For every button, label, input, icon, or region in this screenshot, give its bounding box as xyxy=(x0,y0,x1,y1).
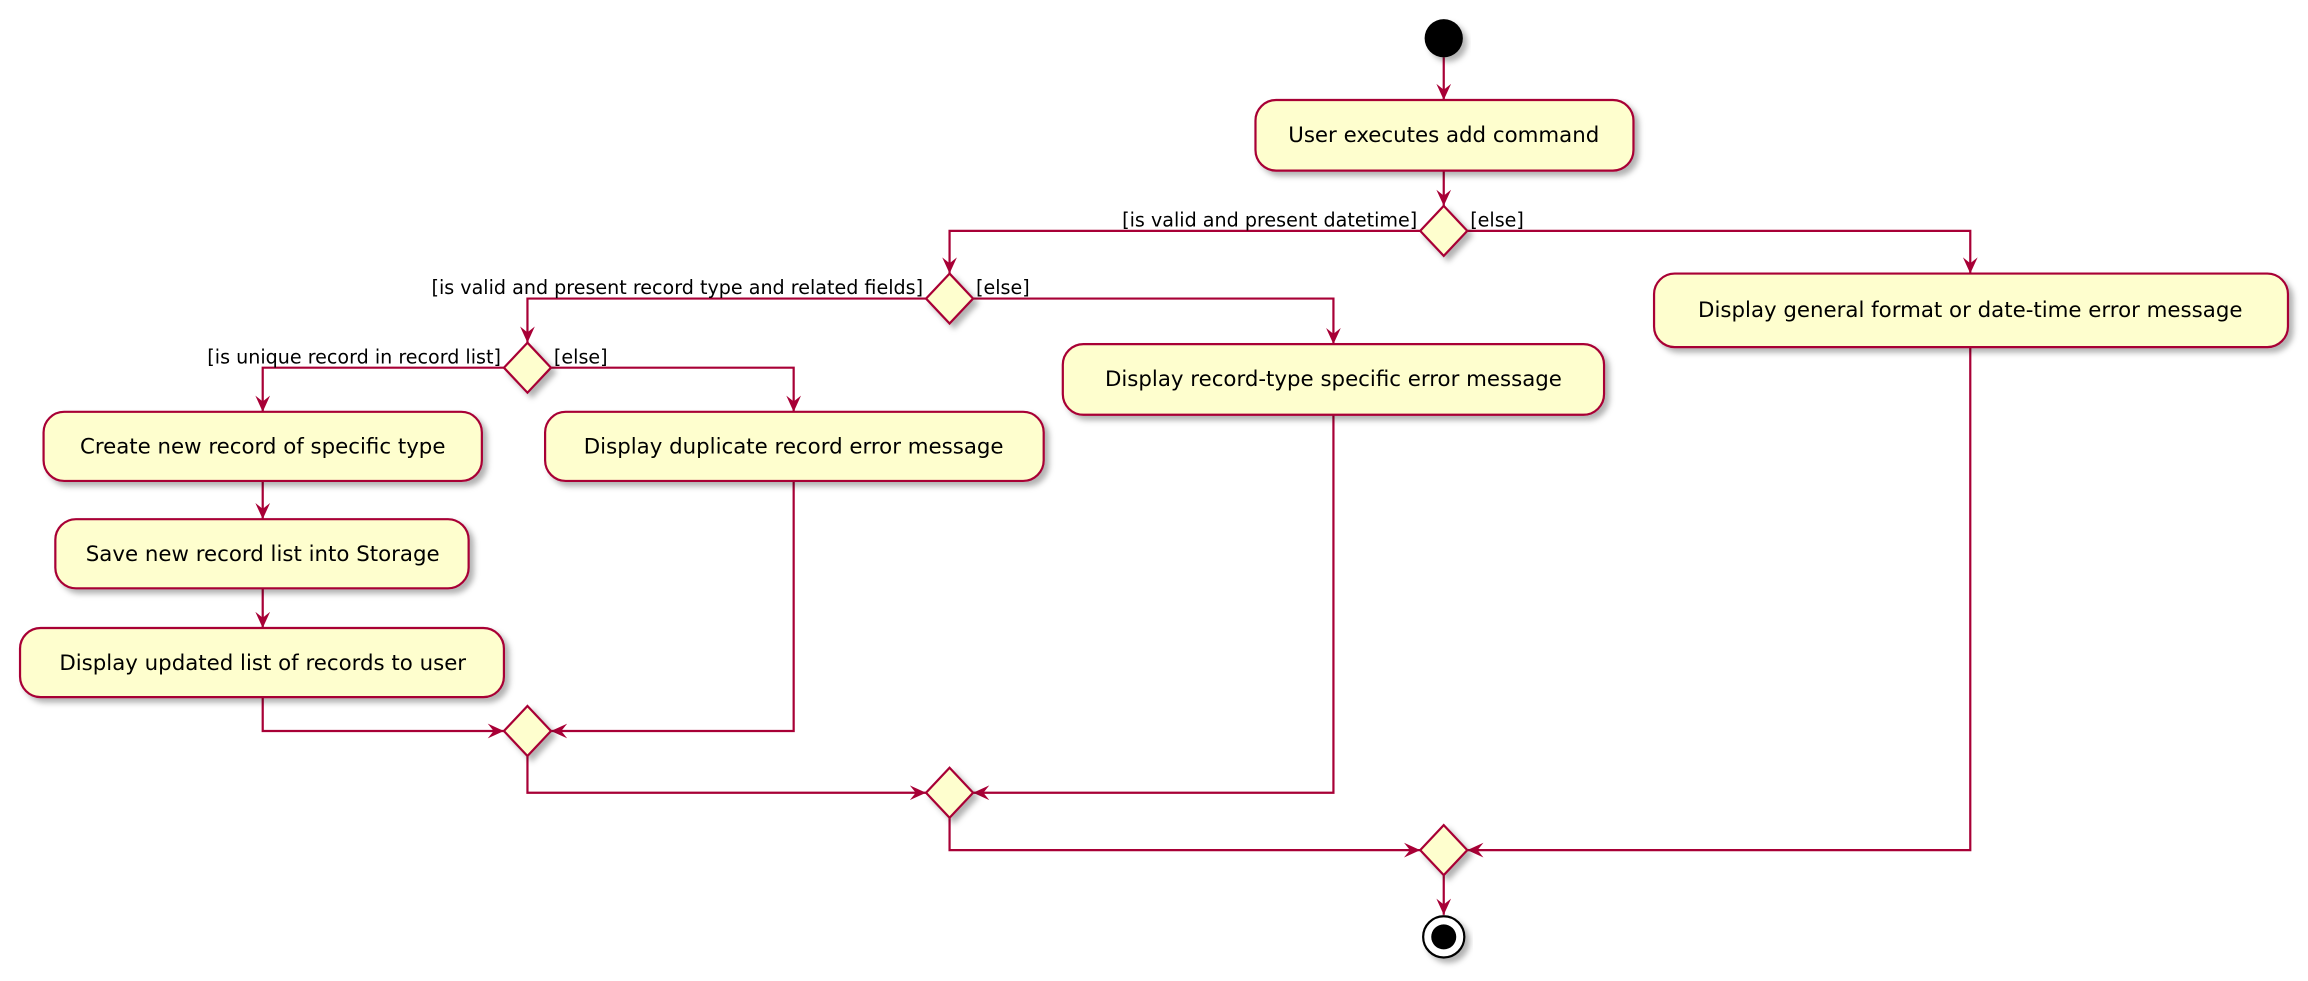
merge-record-type xyxy=(924,766,975,820)
edge-general-error-to-merge3 xyxy=(1467,347,1972,858)
edge-unique-else xyxy=(550,366,802,412)
activity-display-updated: Display updated list of records to user xyxy=(18,626,506,699)
edge-merge2-to-merge3 xyxy=(948,817,1421,858)
edge-record-type-valid xyxy=(520,297,927,343)
activity-record-type-error: Display record-type specific error messa… xyxy=(1061,343,1606,416)
activity-label: Display record-type specific error messa… xyxy=(1105,367,1562,392)
activity-duplicate-error: Display duplicate record error message xyxy=(544,410,1045,483)
guard-unique-record: [is unique record in record list] xyxy=(207,345,501,368)
activity-save-storage: Save new record list into Storage xyxy=(54,518,470,590)
guard-unique-else: [else] xyxy=(554,345,608,368)
activity-diagram: User executes add command Display genera… xyxy=(18,19,2290,959)
activity-label: Create new record of specific type xyxy=(80,435,446,460)
edge-duplicate-to-merge1 xyxy=(550,480,795,739)
edge-datetime-valid xyxy=(942,229,1421,274)
decisions xyxy=(502,204,1469,877)
end-node xyxy=(1422,915,1466,959)
activity-label: User executes add command xyxy=(1288,123,1599,148)
activity-general-error: Display general format or date-time erro… xyxy=(1652,272,2290,349)
edge-unique-record xyxy=(255,366,504,412)
edge-datetime-else xyxy=(1467,229,1978,274)
merge-unique xyxy=(502,704,553,758)
activity-create-record: Create new record of specific type xyxy=(42,410,483,483)
decision-datetime xyxy=(1418,204,1469,258)
edge-merge1-to-merge2 xyxy=(526,755,927,801)
merge-datetime xyxy=(1418,823,1469,877)
decision-unique-record xyxy=(502,341,553,395)
guard-record-type-else: [else] xyxy=(976,276,1030,299)
edge-record-type-else xyxy=(973,297,1341,345)
guard-datetime-else: [else] xyxy=(1470,208,1524,231)
activity-label: Display updated list of records to user xyxy=(59,651,466,676)
edge-display-to-merge1 xyxy=(261,697,504,739)
activity-label: Save new record list into Storage xyxy=(86,542,440,567)
decision-record-type xyxy=(924,271,975,326)
activity-user-executes: User executes add command xyxy=(1254,98,1635,172)
start-node xyxy=(1424,19,1463,58)
edges xyxy=(255,57,1978,915)
guard-record-type-valid: [is valid and present record type and re… xyxy=(431,276,923,299)
activity-label: Display general format or date-time erro… xyxy=(1698,298,2242,323)
activity-label: Display duplicate record error message xyxy=(584,435,1004,460)
guard-datetime-valid: [is valid and present datetime] xyxy=(1122,208,1417,231)
